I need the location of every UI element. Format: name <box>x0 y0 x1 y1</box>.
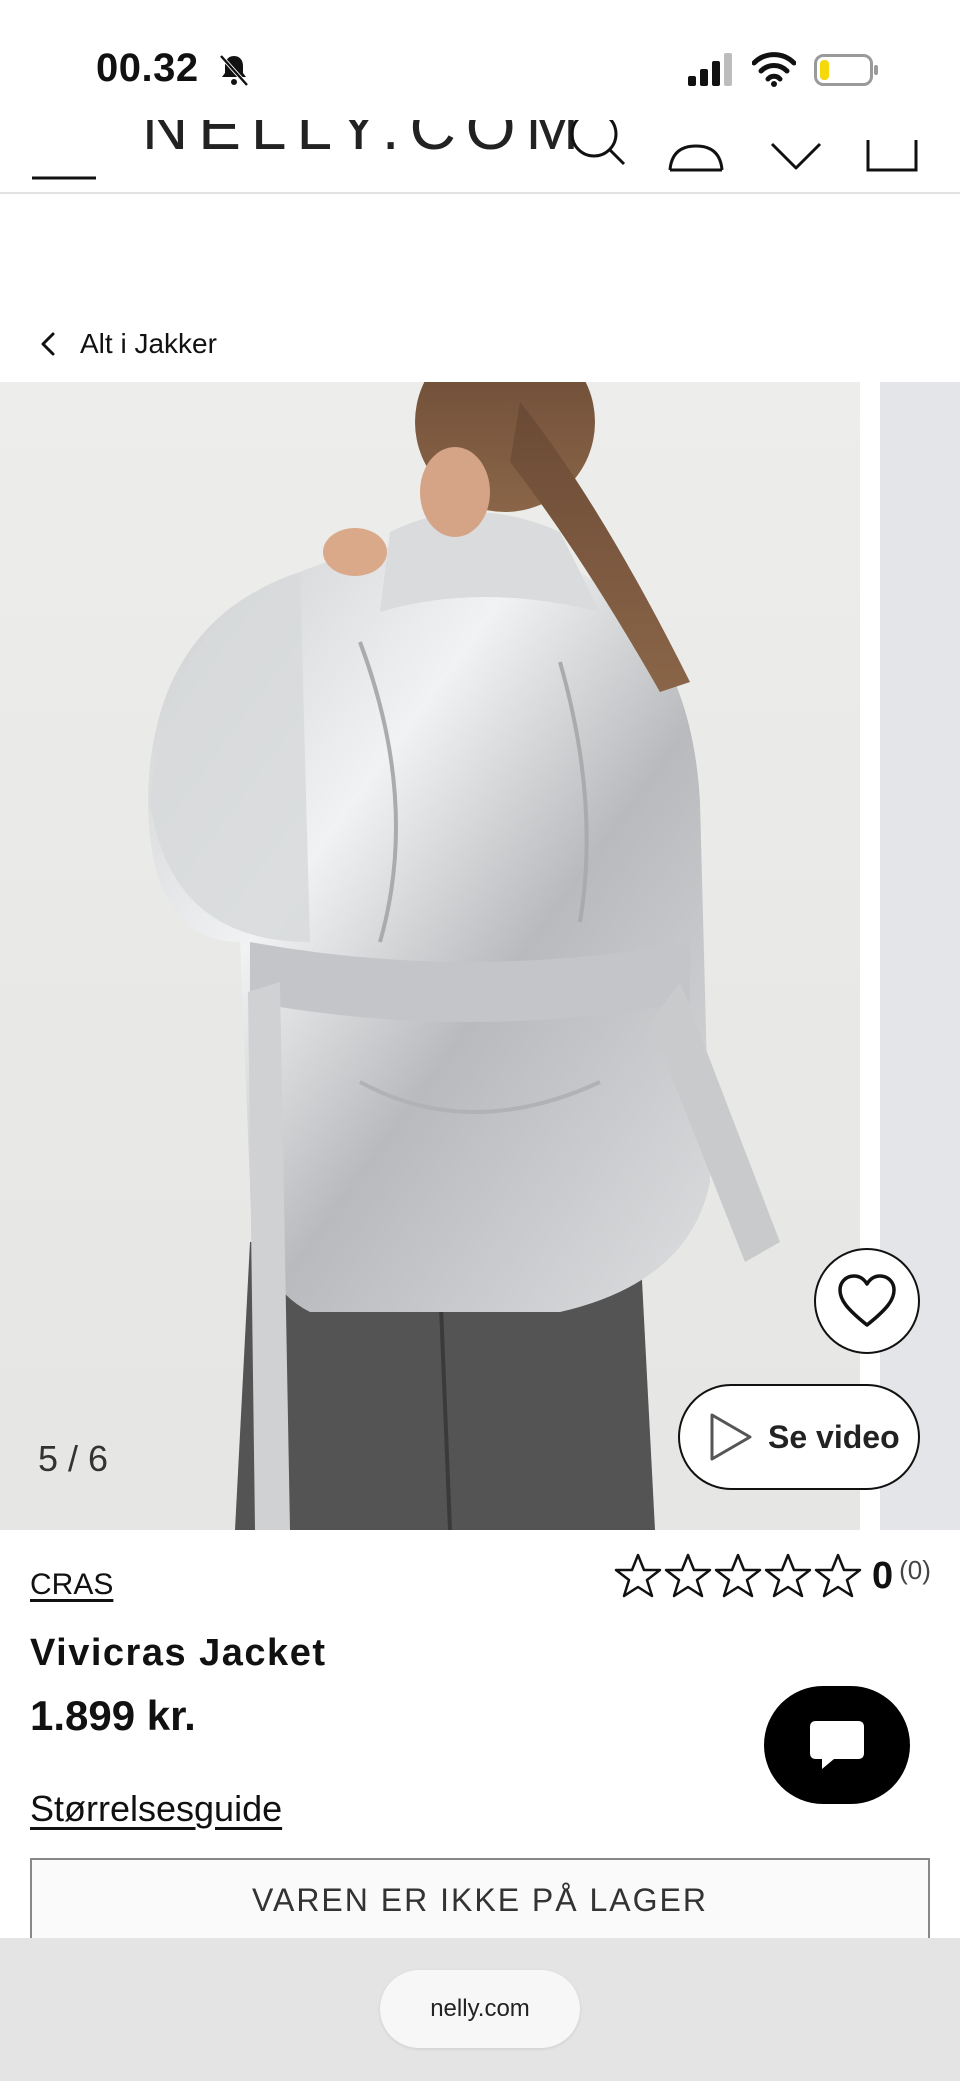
chat-button[interactable] <box>764 1686 910 1804</box>
status-bar: 00.32 <box>0 0 960 120</box>
wishlist-icon[interactable] <box>766 120 826 172</box>
star-outline-icon <box>614 1553 662 1598</box>
search-icon[interactable] <box>566 120 626 172</box>
product-gallery[interactable]: 5 / 6 Se video <box>0 382 960 1530</box>
star-outline-icon <box>814 1553 862 1598</box>
rating-count: (0) <box>899 1554 931 1585</box>
rating-value: 0 <box>872 1554 894 1597</box>
product-name: Vivicras Jacket <box>30 1632 327 1674</box>
menu-icon[interactable] <box>32 150 96 180</box>
product-price: 1.899 kr. <box>30 1692 196 1739</box>
play-icon <box>710 1413 752 1461</box>
browser-bottom-bar: nelly.com <box>0 1938 960 2081</box>
star-outline-icon <box>714 1553 762 1598</box>
cellular-signal-icon <box>688 53 732 86</box>
wifi-icon <box>752 52 796 87</box>
bell-muted-icon <box>219 54 249 87</box>
breadcrumb[interactable]: Alt i Jakker <box>34 322 217 366</box>
status-time: 00.32 <box>96 46 199 90</box>
address-bar[interactable]: nelly.com <box>380 1970 580 2048</box>
heart-icon <box>838 1274 896 1327</box>
star-outline-icon <box>764 1553 812 1598</box>
size-guide-link[interactable]: Størrelsesguide <box>30 1788 282 1830</box>
image-counter: 5 / 6 <box>38 1438 109 1479</box>
battery-icon <box>814 54 878 86</box>
watch-video-button[interactable]: Se video <box>678 1384 920 1490</box>
site-logo[interactable]: NELLY.COM <box>142 120 589 164</box>
brand-link[interactable]: CRAS <box>30 1568 113 1602</box>
star-outline-icon <box>664 1553 712 1598</box>
product-image[interactable] <box>0 382 860 1530</box>
breadcrumb-label: Alt i Jakker <box>80 328 217 359</box>
account-icon[interactable] <box>666 120 726 172</box>
watch-video-label: Se video <box>768 1418 900 1455</box>
site-header: NELLY.COM <box>0 120 960 194</box>
next-product-image-peek[interactable] <box>880 382 960 1530</box>
chat-bubble-icon <box>810 1721 864 1769</box>
product-photo-illustration <box>148 382 780 1530</box>
chevron-left-icon <box>41 332 55 356</box>
shopping-bag-icon[interactable] <box>862 120 922 172</box>
product-rating[interactable]: 0 (0) <box>614 1552 931 1600</box>
add-to-wishlist-button[interactable] <box>814 1248 920 1354</box>
